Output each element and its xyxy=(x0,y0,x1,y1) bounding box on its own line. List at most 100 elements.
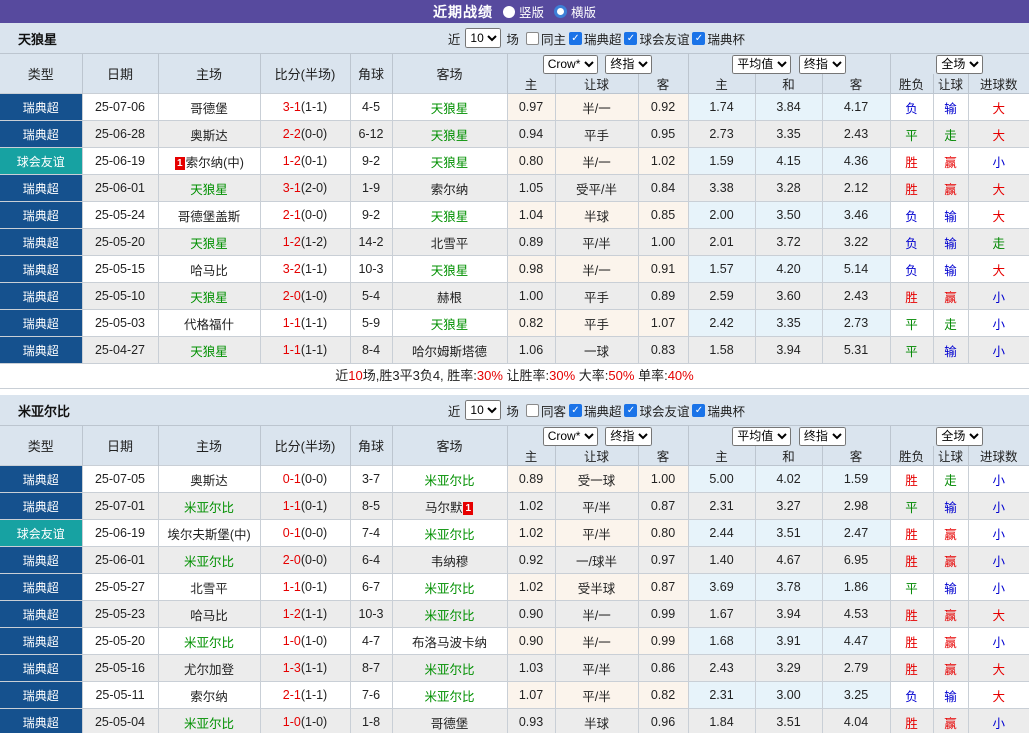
score-halftime: (2-0) xyxy=(300,181,328,195)
home-team-name: 索尔纳(中) xyxy=(185,155,244,170)
score-fulltime: 2-0 xyxy=(282,289,301,303)
subcol-away-odds: 客 xyxy=(637,74,689,94)
checkbox-checked-icon[interactable] xyxy=(624,403,638,417)
same-venue-filter[interactable]: 同客 xyxy=(525,401,566,420)
checkbox-checked-icon[interactable] xyxy=(624,31,638,45)
checkbox-unchecked-icon[interactable] xyxy=(525,31,539,45)
date-cell: 25-05-04 xyxy=(81,708,159,733)
away-team-cell: 韦纳穆 xyxy=(391,546,508,574)
filter-league-cup[interactable]: 瑞典杯 xyxy=(692,29,745,48)
date-cell: 25-05-20 xyxy=(81,627,159,655)
avg-draw-odds-cell: 4.02 xyxy=(754,465,823,493)
score-cell: 1-1(0-1) xyxy=(259,573,351,601)
league-cell: 球会友谊 xyxy=(0,519,83,547)
home-team-name: 奥斯达 xyxy=(190,473,228,488)
home-odds-cell: 0.98 xyxy=(506,255,556,283)
match-row: 瑞典超 25-05-27 北雪平 1-1(0-1) 6-7 米亚尔比 1.02 受半球 0.87… xyxy=(0,573,1029,601)
avg-draw-odds-cell: 3.78 xyxy=(754,573,823,601)
checkbox-checked-icon[interactable] xyxy=(568,403,582,417)
summary-text: 近 xyxy=(335,368,349,383)
avg-home-odds-cell: 2.00 xyxy=(687,201,756,229)
layout-option-vertical[interactable]: 竖版 xyxy=(502,2,544,21)
goals-result-cell: 大 xyxy=(967,681,1029,709)
subcol-avg-draw: 和 xyxy=(754,74,823,94)
avg-home-odds-cell: 3.38 xyxy=(687,174,756,202)
date-cell: 25-05-10 xyxy=(81,282,159,310)
team-section-header: 米亚尔比 近 10 场 同客 瑞典超 球会友谊 xyxy=(0,395,1029,425)
goals-result-cell: 大 xyxy=(967,201,1029,229)
odds-stage-select[interactable]: 终指 xyxy=(605,54,653,74)
home-team-cell: 索尔纳 xyxy=(157,681,261,709)
home-team-cell: 哥德堡 xyxy=(157,93,261,121)
home-odds-cell: 1.06 xyxy=(506,336,556,364)
handicap-line-cell: 受一球 xyxy=(554,465,639,493)
date-cell: 25-07-05 xyxy=(81,465,159,493)
handicap-line-cell: 半/一 xyxy=(554,255,639,283)
match-count-select[interactable]: 10 xyxy=(465,28,502,48)
layout-option-horizontal-label: 横版 xyxy=(571,6,597,20)
away-team-name: 布洛马波卡纳 xyxy=(411,635,487,650)
summary-text: 单率: xyxy=(634,368,668,383)
score-cell: 1-0(1-0) xyxy=(259,708,351,733)
fulltime-select-group: 全场 xyxy=(889,53,1029,74)
filter-league-friendly[interactable]: 球会友谊 xyxy=(624,401,689,420)
corner-cell: 4-5 xyxy=(349,93,393,121)
handicap-line-cell: 受平/半 xyxy=(554,174,639,202)
bookmaker-select[interactable]: Crow* xyxy=(542,54,598,74)
handicap-line-cell: 半/一 xyxy=(554,627,639,655)
filter-league-friendly[interactable]: 球会友谊 xyxy=(624,29,689,48)
filter-league-super[interactable]: 瑞典超 xyxy=(568,29,621,48)
radio-selected-icon[interactable] xyxy=(554,5,567,18)
radio-unselected-icon[interactable] xyxy=(502,5,515,18)
checkbox-checked-icon[interactable] xyxy=(568,31,582,45)
average-select[interactable]: 平均值 xyxy=(732,426,792,446)
checkbox-unchecked-icon[interactable] xyxy=(525,403,539,417)
same-venue-filter[interactable]: 同主 xyxy=(525,29,566,48)
average-select[interactable]: 平均值 xyxy=(732,54,792,74)
corner-cell: 5-9 xyxy=(349,309,393,337)
checkbox-checked-icon[interactable] xyxy=(692,403,706,417)
avg-home-odds-cell: 1.74 xyxy=(687,93,756,121)
fulltime-select[interactable]: 全场 xyxy=(936,426,984,446)
avg-stage-select[interactable]: 终指 xyxy=(798,426,846,446)
home-team-name: 天狼星 xyxy=(190,344,228,359)
odds-stage-select[interactable]: 终指 xyxy=(605,426,653,446)
away-team-cell: 米亚尔比 xyxy=(391,600,508,628)
handicap-result-cell: 走 xyxy=(932,465,969,493)
subcol-handicap-result: 让球 xyxy=(932,74,969,94)
home-team-cell: 天狼星 xyxy=(157,336,261,364)
home-team-cell: 米亚尔比 xyxy=(157,546,261,574)
avg-home-odds-cell: 2.43 xyxy=(687,654,756,682)
goals-result-cell: 小 xyxy=(967,309,1029,337)
avg-stage-select[interactable]: 终指 xyxy=(798,54,846,74)
handicap-result-cell: 赢 xyxy=(932,174,969,202)
score-fulltime: 2-2 xyxy=(282,127,301,141)
layout-option-horizontal[interactable]: 横版 xyxy=(554,2,596,21)
home-team-cell: 天狼星 xyxy=(157,282,261,310)
avg-home-odds-cell: 1.58 xyxy=(687,336,756,364)
avg-draw-odds-cell: 3.51 xyxy=(754,708,823,733)
checkbox-checked-icon[interactable] xyxy=(692,31,706,45)
home-odds-cell: 1.02 xyxy=(506,492,556,520)
bookmaker-select[interactable]: Crow* xyxy=(542,426,598,446)
away-team-cell: 天狼星 xyxy=(391,93,508,121)
away-odds-cell: 1.07 xyxy=(637,309,689,337)
score-cell: 0-1(0-0) xyxy=(259,465,351,493)
filter-league-cup[interactable]: 瑞典杯 xyxy=(692,401,745,420)
away-team-cell: 天狼星 xyxy=(391,255,508,283)
score-fulltime: 2-1 xyxy=(282,208,301,222)
avg-draw-odds-cell: 3.91 xyxy=(754,627,823,655)
avg-draw-odds-cell: 4.20 xyxy=(754,255,823,283)
match-count-select[interactable]: 10 xyxy=(465,400,502,420)
home-odds-cell: 1.07 xyxy=(506,681,556,709)
subcol-result: 胜负 xyxy=(889,446,934,466)
result-cell: 负 xyxy=(889,255,934,283)
avg-away-odds-cell: 2.12 xyxy=(821,174,891,202)
fulltime-select[interactable]: 全场 xyxy=(936,54,984,74)
home-team-cell: 天狼星 xyxy=(157,228,261,256)
handicap-result-cell: 赢 xyxy=(932,627,969,655)
avg-draw-odds-cell: 3.84 xyxy=(754,93,823,121)
filter-league-super[interactable]: 瑞典超 xyxy=(568,401,621,420)
date-cell: 25-07-06 xyxy=(81,93,159,121)
handicap-line-cell: 平/半 xyxy=(554,228,639,256)
